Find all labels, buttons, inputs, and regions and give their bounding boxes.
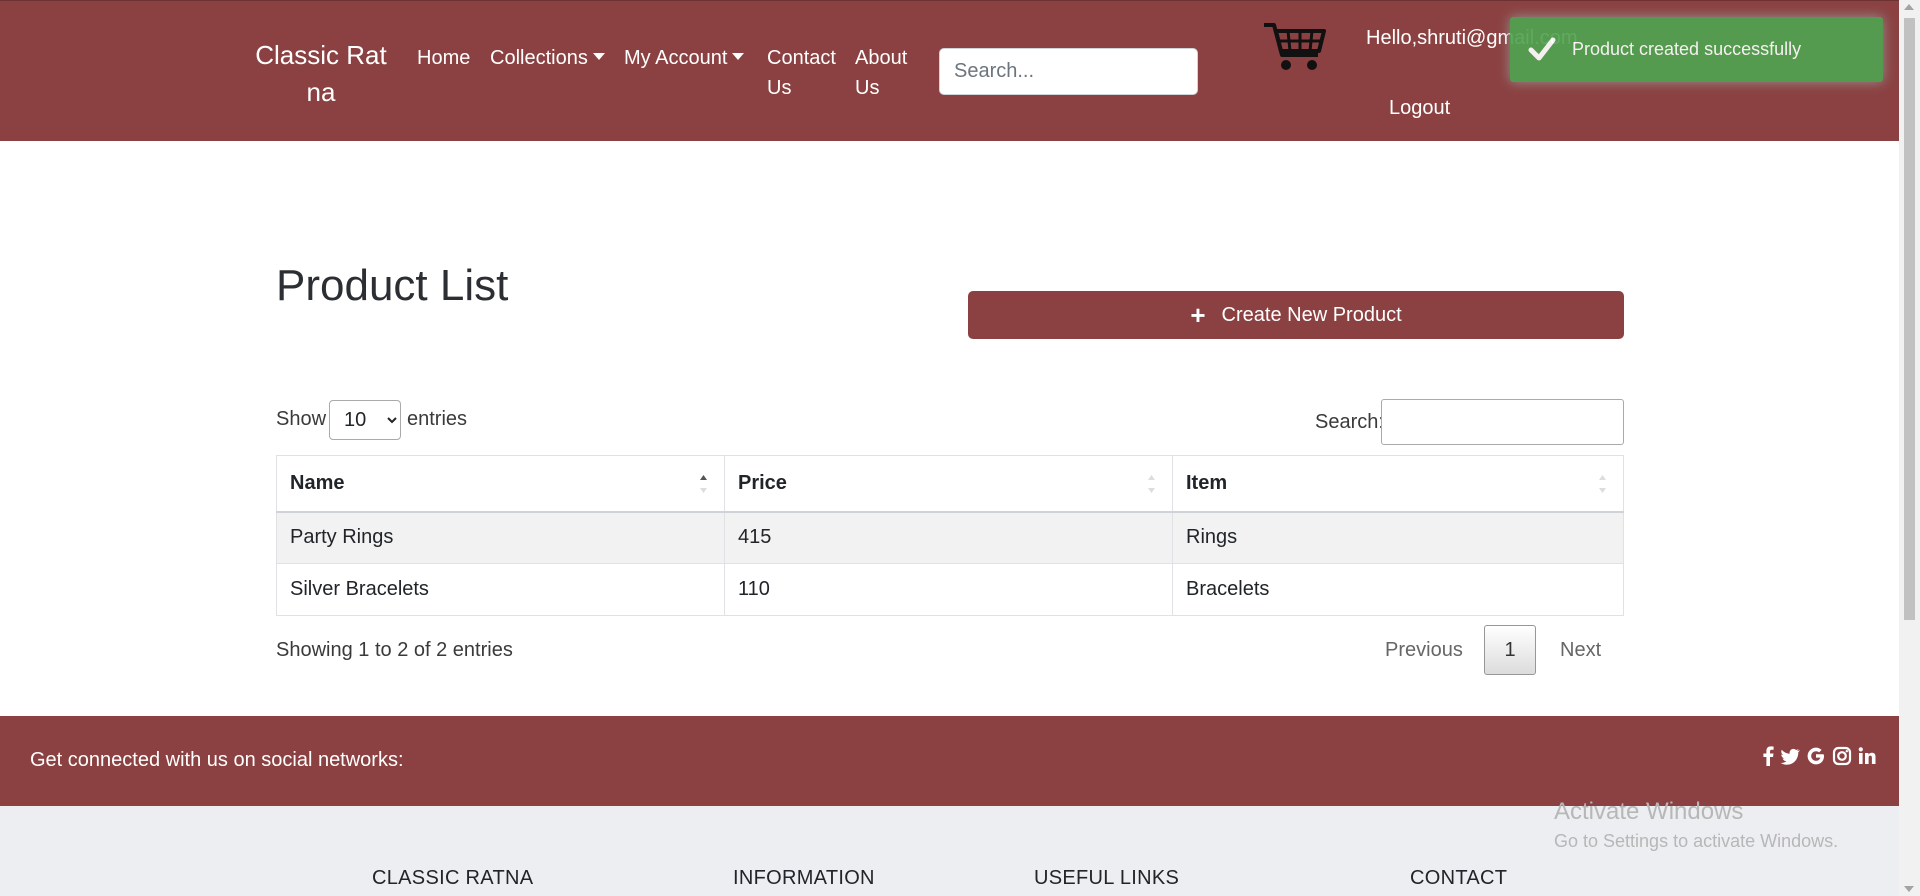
page-title: Product List [276,261,509,310]
chevron-down-icon [732,53,745,60]
cell-item: Bracelets [1172,563,1624,616]
vertical-scrollbar[interactable] [1899,0,1920,896]
sort-both-icon [1599,475,1606,493]
column-header-label: Item [1186,471,1228,494]
nav-my-account-label: My Account [624,47,728,69]
table-info: Showing 1 to 2 of 2 entries [276,639,513,661]
column-header-label: Name [290,471,345,494]
checkmark-icon [1528,37,1556,61]
footer-heading-useful-links: USEFUL LINKS [1034,867,1180,889]
nav-about-link[interactable]: About Us [855,43,925,103]
nav-my-account-dropdown[interactable]: My Account [624,43,745,73]
pagination-page-1[interactable]: 1 [1484,625,1536,675]
twitter-icon[interactable] [1780,746,1800,766]
column-header-item[interactable]: Item [1172,455,1624,513]
shopping-cart-icon[interactable] [1262,19,1328,75]
success-toast[interactable]: Product created successfully [1510,17,1883,82]
column-header-label: Price [738,471,787,494]
cell-name: Silver Bracelets [276,563,725,616]
create-new-product-button[interactable]: + Create New Product [968,291,1624,339]
cell-price: 415 [724,511,1173,564]
nav-collections-label: Collections [490,47,588,69]
table-row[interactable]: Silver Bracelets 110 Bracelets [276,563,1624,616]
activate-windows-title: Activate Windows [1554,798,1744,825]
social-text: Get connected with us on social networks… [30,749,404,771]
nav-home-link[interactable]: Home [417,43,470,73]
product-table: Name Price Item Party Rings 415 Rings Si… [276,455,1624,616]
show-label: Show [276,408,327,430]
activate-windows-subtitle: Go to Settings to activate Windows. [1554,831,1839,851]
sort-ascending-icon [700,475,707,493]
chevron-down-icon [592,53,605,60]
page: Classic Ratna Home Collections My Accoun… [0,0,1899,896]
create-button-label: Create New Product [1221,303,1402,326]
column-header-name[interactable]: Name [276,455,725,513]
table-header-row: Name Price Item [276,455,1624,513]
entries-per-page-select[interactable]: 10 [329,400,401,440]
footer-heading-brand: CLASSIC RATNA [372,867,534,889]
cell-item: Rings [1172,511,1624,564]
toast-message: Product created successfully [1572,39,1802,59]
brand-logo[interactable]: Classic Ratna [250,37,392,111]
pagination-previous[interactable]: Previous [1385,639,1463,662]
social-icons [1762,746,1876,766]
logout-link[interactable]: Logout [1389,93,1450,123]
scrollbar-thumb[interactable] [1904,18,1915,620]
cell-name: Party Rings [276,511,725,564]
cell-price: 110 [724,563,1173,616]
scroll-up-arrow-icon[interactable] [1904,4,1914,10]
sort-both-icon [1148,475,1155,493]
instagram-icon[interactable] [1832,746,1852,766]
nav-search-input[interactable] [939,48,1198,95]
social-bar: Get connected with us on social networks… [0,716,1899,806]
linkedin-icon[interactable] [1858,746,1876,766]
entries-label: entries [407,408,468,430]
pagination-next[interactable]: Next [1560,639,1601,662]
google-icon[interactable] [1806,746,1826,766]
nav-collections-dropdown[interactable]: Collections [490,43,605,73]
table-search-label: Search: [1315,411,1384,433]
column-header-price[interactable]: Price [724,455,1173,513]
table-row[interactable]: Party Rings 415 Rings [276,511,1624,564]
facebook-icon[interactable] [1762,746,1774,766]
footer-heading-contact: CONTACT [1410,867,1508,889]
plus-icon: + [1190,300,1206,330]
nav-contact-link[interactable]: Contact Us [767,43,847,103]
footer-heading-information: INFORMATION [733,867,875,889]
scroll-down-arrow-icon[interactable] [1904,886,1914,892]
table-search-input[interactable] [1381,399,1624,445]
